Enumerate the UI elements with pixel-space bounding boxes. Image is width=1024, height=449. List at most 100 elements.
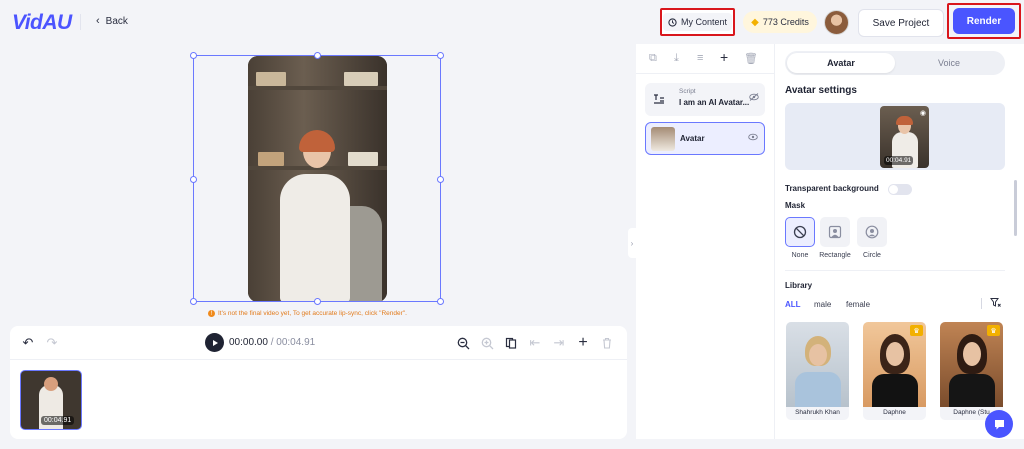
- mask-none-label: None: [791, 252, 809, 259]
- diamond-icon: ◆: [751, 16, 759, 28]
- play-icon: [212, 339, 218, 346]
- eye-icon[interactable]: [748, 133, 758, 143]
- library-card[interactable]: ♛ Daphne (Stu: [940, 322, 1003, 420]
- filter-male[interactable]: male: [814, 300, 831, 309]
- resize-handle[interactable]: [437, 52, 444, 59]
- layers-toolbar: ⧉ ⤓ ≡ + 🗑: [636, 44, 775, 74]
- tab-voice[interactable]: Voice: [895, 53, 1003, 73]
- filter-icon[interactable]: [990, 297, 1001, 311]
- add-layer-icon[interactable]: +: [720, 49, 728, 65]
- render-highlight: Render: [947, 3, 1021, 39]
- logo-divider: [80, 14, 81, 30]
- settings-scrollbar[interactable]: [1014, 180, 1017, 236]
- clip-duration: 00:04.91: [41, 416, 75, 425]
- library-card[interactable]: Shahrukh Khan: [786, 322, 849, 420]
- play-button[interactable]: [205, 333, 224, 352]
- timeline-clip[interactable]: 00:04.91: [20, 370, 82, 430]
- script-icon: [651, 91, 667, 107]
- credits-badge[interactable]: ◆ 773 Credits: [743, 11, 817, 33]
- zoom-out-icon[interactable]: [455, 335, 471, 351]
- align-bottom-icon[interactable]: ⤓: [674, 52, 679, 65]
- crown-icon: ♛: [987, 325, 1000, 336]
- back-label: Back: [105, 15, 128, 27]
- tab-avatar[interactable]: Avatar: [787, 53, 895, 73]
- copy-icon[interactable]: [503, 335, 519, 351]
- undo-icon[interactable]: ↶: [20, 335, 36, 351]
- resize-handle[interactable]: [437, 298, 444, 305]
- resize-handle[interactable]: [437, 176, 444, 183]
- mask-rectangle-option[interactable]: [820, 217, 850, 247]
- library-card-name: Daphne: [883, 409, 906, 416]
- avatar-settings-title: Avatar settings: [785, 85, 857, 96]
- avatar-preview-area: ◉ 00:04.91: [785, 103, 1005, 170]
- split-right-icon[interactable]: ⇥: [551, 335, 567, 351]
- time-display: 00:00.00 / 00:04.91: [229, 337, 315, 348]
- library-title: Library: [785, 281, 813, 290]
- current-time: 00:00.00: [229, 337, 268, 348]
- info-icon: !: [208, 310, 215, 317]
- mask-rectangle-label: Rectangle: [819, 252, 851, 259]
- transparent-background-toggle[interactable]: [888, 184, 912, 195]
- selection-box[interactable]: [190, 52, 444, 305]
- layer-name: Avatar: [680, 134, 705, 143]
- my-content-highlight: My Content: [660, 8, 735, 36]
- user-avatar[interactable]: [824, 10, 849, 35]
- redo-icon[interactable]: ↷: [44, 335, 60, 351]
- clock-icon: [668, 17, 677, 27]
- library-card[interactable]: ♛ Daphne: [863, 322, 926, 420]
- hint-text: It's not the final video yet, To get acc…: [218, 310, 407, 317]
- zoom-in-icon[interactable]: [479, 335, 495, 351]
- my-content-label: My Content: [680, 17, 728, 27]
- mask-circle-label: Circle: [863, 252, 881, 259]
- chat-icon: [994, 419, 1004, 429]
- layer-name: I am an AI Avatar...: [679, 98, 750, 107]
- ban-icon: [793, 225, 807, 239]
- my-content-button[interactable]: My Content: [662, 13, 733, 31]
- settings-tabs: Avatar Voice: [785, 51, 1005, 75]
- filter-female[interactable]: female: [846, 300, 870, 309]
- circle-person-icon: [865, 225, 879, 239]
- vidau-logo[interactable]: VidAU: [12, 11, 72, 35]
- library-card-name: Shahrukh Khan: [795, 409, 840, 416]
- resize-handle[interactable]: [190, 52, 197, 59]
- back-button[interactable]: ‹ Back: [96, 15, 128, 27]
- add-icon[interactable]: +: [575, 334, 591, 351]
- resize-handle[interactable]: [190, 298, 197, 305]
- preview-duration: 00:04.91: [884, 156, 914, 165]
- delete-layer-icon[interactable]: 🗑: [744, 52, 758, 65]
- duplicate-icon[interactable]: ⧉: [649, 52, 657, 65]
- layers-panel: ⧉ ⤓ ≡ + 🗑 Script I am an AI Avatar... Av…: [636, 44, 775, 439]
- trash-icon[interactable]: [599, 335, 615, 351]
- resize-handle[interactable]: [190, 176, 197, 183]
- timeline-panel: ↶ ↷ 00:00.00 / 00:04.91 ⇤ ⇥ + 00:04.91: [10, 326, 627, 439]
- crown-icon: ♛: [910, 325, 923, 336]
- align-center-icon[interactable]: ≡: [697, 52, 703, 64]
- resize-handle[interactable]: [314, 52, 321, 59]
- top-bar: VidAU ‹ Back My Content ◆ 773 Credits Sa…: [0, 0, 1024, 44]
- chevron-left-icon: ‹: [96, 15, 100, 27]
- collapse-panel-button[interactable]: ›: [628, 228, 636, 258]
- mask-title: Mask: [785, 201, 806, 210]
- rectangle-person-icon: [828, 225, 842, 239]
- mask-circle-option[interactable]: [857, 217, 887, 247]
- credits-label: 773 Credits: [762, 17, 809, 27]
- timeline-toolbar: ↶ ↷ 00:00.00 / 00:04.91 ⇤ ⇥ +: [10, 326, 627, 360]
- settings-panel: Avatar Voice Avatar settings ◉ 00:04.91 …: [775, 44, 1024, 439]
- render-button[interactable]: Render: [953, 8, 1015, 34]
- eye-slash-icon[interactable]: [749, 93, 759, 103]
- mask-none-option[interactable]: [785, 217, 815, 247]
- layer-item-script[interactable]: Script I am an AI Avatar...: [645, 83, 765, 116]
- save-project-button[interactable]: Save Project: [858, 9, 944, 37]
- filter-all[interactable]: ALL: [785, 300, 801, 309]
- avatar-layer-thumbnail: [651, 127, 675, 151]
- render-hint: ! It's not the final video yet, To get a…: [208, 310, 407, 317]
- canvas-stage: ! It's not the final video yet, To get a…: [0, 44, 636, 324]
- eye-icon[interactable]: ◉: [920, 109, 926, 117]
- chat-support-button[interactable]: [985, 410, 1013, 438]
- layer-item-avatar[interactable]: Avatar: [645, 122, 765, 155]
- total-time: 00:04.91: [276, 337, 316, 348]
- split-left-icon[interactable]: ⇤: [527, 335, 543, 351]
- resize-handle[interactable]: [314, 298, 321, 305]
- avatar-preview[interactable]: ◉ 00:04.91: [880, 106, 929, 168]
- transparent-background-label: Transparent background: [785, 184, 879, 193]
